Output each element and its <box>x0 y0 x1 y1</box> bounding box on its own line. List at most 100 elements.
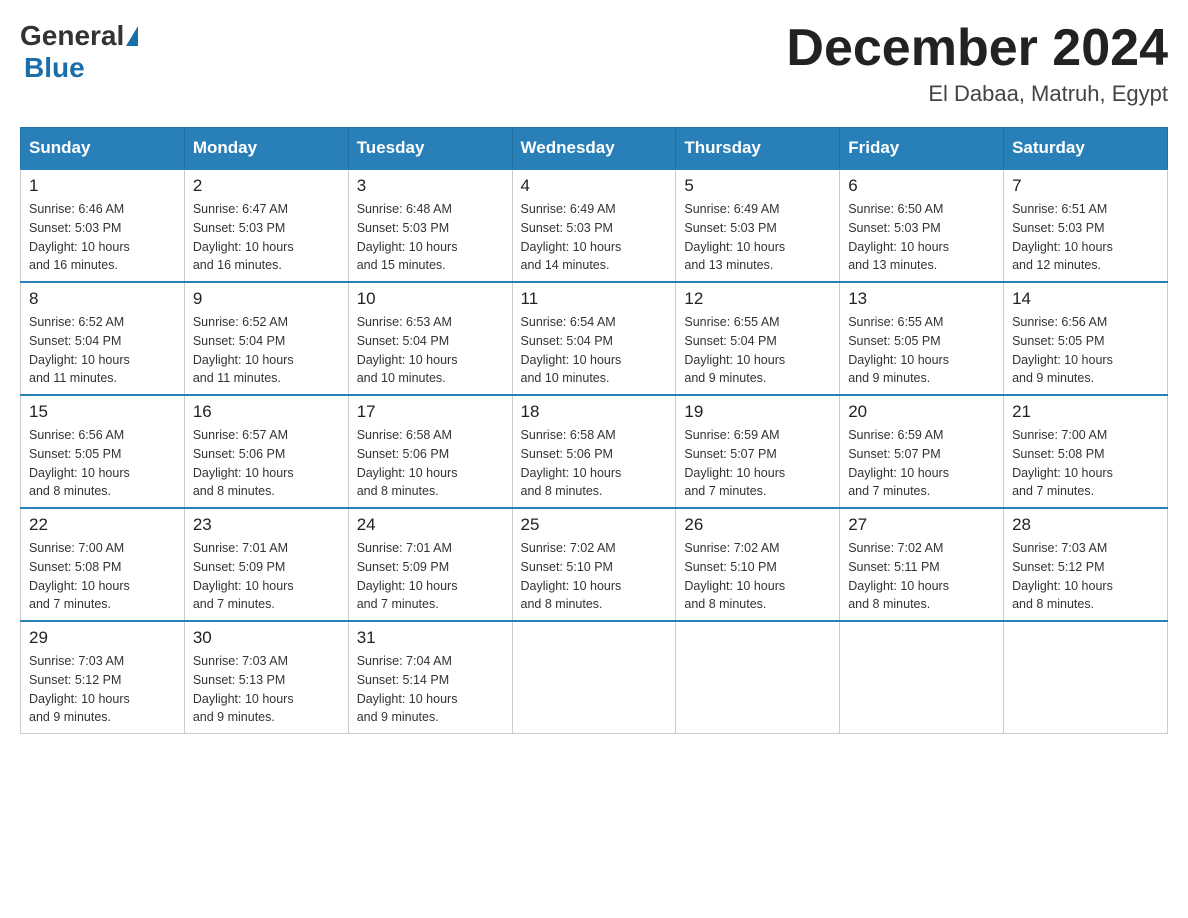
day-number: 4 <box>521 176 668 196</box>
day-number: 8 <box>29 289 176 309</box>
logo-general: General <box>20 20 124 52</box>
weekday-header-friday: Friday <box>840 128 1004 170</box>
calendar-table: SundayMondayTuesdayWednesdayThursdayFrid… <box>20 127 1168 734</box>
day-number: 6 <box>848 176 995 196</box>
day-info: Sunrise: 6:58 AMSunset: 5:06 PMDaylight:… <box>521 428 622 498</box>
calendar-cell: 13 Sunrise: 6:55 AMSunset: 5:05 PMDaylig… <box>840 282 1004 395</box>
day-number: 16 <box>193 402 340 422</box>
day-info: Sunrise: 6:55 AMSunset: 5:05 PMDaylight:… <box>848 315 949 385</box>
calendar-cell: 18 Sunrise: 6:58 AMSunset: 5:06 PMDaylig… <box>512 395 676 508</box>
day-info: Sunrise: 6:51 AMSunset: 5:03 PMDaylight:… <box>1012 202 1113 272</box>
day-number: 24 <box>357 515 504 535</box>
calendar-cell: 3 Sunrise: 6:48 AMSunset: 5:03 PMDayligh… <box>348 169 512 282</box>
day-info: Sunrise: 7:02 AMSunset: 5:10 PMDaylight:… <box>684 541 785 611</box>
day-info: Sunrise: 6:55 AMSunset: 5:04 PMDaylight:… <box>684 315 785 385</box>
day-number: 29 <box>29 628 176 648</box>
weekday-header-monday: Monday <box>184 128 348 170</box>
calendar-cell: 8 Sunrise: 6:52 AMSunset: 5:04 PMDayligh… <box>21 282 185 395</box>
day-info: Sunrise: 6:49 AMSunset: 5:03 PMDaylight:… <box>684 202 785 272</box>
calendar-cell: 7 Sunrise: 6:51 AMSunset: 5:03 PMDayligh… <box>1004 169 1168 282</box>
calendar-cell: 26 Sunrise: 7:02 AMSunset: 5:10 PMDaylig… <box>676 508 840 621</box>
calendar-cell <box>840 621 1004 734</box>
day-number: 15 <box>29 402 176 422</box>
day-info: Sunrise: 7:00 AMSunset: 5:08 PMDaylight:… <box>1012 428 1113 498</box>
week-row-4: 22 Sunrise: 7:00 AMSunset: 5:08 PMDaylig… <box>21 508 1168 621</box>
day-info: Sunrise: 6:49 AMSunset: 5:03 PMDaylight:… <box>521 202 622 272</box>
calendar-cell: 5 Sunrise: 6:49 AMSunset: 5:03 PMDayligh… <box>676 169 840 282</box>
calendar-subtitle: El Dabaa, Matruh, Egypt <box>786 81 1168 107</box>
calendar-cell: 23 Sunrise: 7:01 AMSunset: 5:09 PMDaylig… <box>184 508 348 621</box>
calendar-cell: 2 Sunrise: 6:47 AMSunset: 5:03 PMDayligh… <box>184 169 348 282</box>
day-number: 22 <box>29 515 176 535</box>
calendar-cell: 29 Sunrise: 7:03 AMSunset: 5:12 PMDaylig… <box>21 621 185 734</box>
weekday-header-thursday: Thursday <box>676 128 840 170</box>
calendar-cell: 15 Sunrise: 6:56 AMSunset: 5:05 PMDaylig… <box>21 395 185 508</box>
week-row-1: 1 Sunrise: 6:46 AMSunset: 5:03 PMDayligh… <box>21 169 1168 282</box>
day-number: 11 <box>521 289 668 309</box>
day-number: 19 <box>684 402 831 422</box>
day-info: Sunrise: 6:52 AMSunset: 5:04 PMDaylight:… <box>193 315 294 385</box>
day-number: 30 <box>193 628 340 648</box>
day-info: Sunrise: 6:59 AMSunset: 5:07 PMDaylight:… <box>848 428 949 498</box>
weekday-header-row: SundayMondayTuesdayWednesdayThursdayFrid… <box>21 128 1168 170</box>
day-info: Sunrise: 7:01 AMSunset: 5:09 PMDaylight:… <box>357 541 458 611</box>
calendar-cell: 1 Sunrise: 6:46 AMSunset: 5:03 PMDayligh… <box>21 169 185 282</box>
day-info: Sunrise: 7:03 AMSunset: 5:12 PMDaylight:… <box>29 654 130 724</box>
calendar-title: December 2024 <box>786 20 1168 77</box>
calendar-cell: 14 Sunrise: 6:56 AMSunset: 5:05 PMDaylig… <box>1004 282 1168 395</box>
day-number: 27 <box>848 515 995 535</box>
page-header: General Blue December 2024 El Dabaa, Mat… <box>20 20 1168 107</box>
weekday-header-sunday: Sunday <box>21 128 185 170</box>
calendar-cell <box>512 621 676 734</box>
day-info: Sunrise: 7:03 AMSunset: 5:12 PMDaylight:… <box>1012 541 1113 611</box>
calendar-cell: 20 Sunrise: 6:59 AMSunset: 5:07 PMDaylig… <box>840 395 1004 508</box>
calendar-cell: 28 Sunrise: 7:03 AMSunset: 5:12 PMDaylig… <box>1004 508 1168 621</box>
calendar-cell: 25 Sunrise: 7:02 AMSunset: 5:10 PMDaylig… <box>512 508 676 621</box>
week-row-3: 15 Sunrise: 6:56 AMSunset: 5:05 PMDaylig… <box>21 395 1168 508</box>
calendar-cell: 21 Sunrise: 7:00 AMSunset: 5:08 PMDaylig… <box>1004 395 1168 508</box>
day-number: 18 <box>521 402 668 422</box>
calendar-cell <box>1004 621 1168 734</box>
day-number: 2 <box>193 176 340 196</box>
day-number: 21 <box>1012 402 1159 422</box>
day-info: Sunrise: 6:53 AMSunset: 5:04 PMDaylight:… <box>357 315 458 385</box>
day-info: Sunrise: 6:47 AMSunset: 5:03 PMDaylight:… <box>193 202 294 272</box>
day-number: 5 <box>684 176 831 196</box>
weekday-header-saturday: Saturday <box>1004 128 1168 170</box>
day-info: Sunrise: 7:01 AMSunset: 5:09 PMDaylight:… <box>193 541 294 611</box>
logo-text: General <box>20 20 140 52</box>
day-info: Sunrise: 6:46 AMSunset: 5:03 PMDaylight:… <box>29 202 130 272</box>
logo-blue: Blue <box>24 52 85 83</box>
calendar-cell: 16 Sunrise: 6:57 AMSunset: 5:06 PMDaylig… <box>184 395 348 508</box>
day-info: Sunrise: 6:52 AMSunset: 5:04 PMDaylight:… <box>29 315 130 385</box>
calendar-cell: 30 Sunrise: 7:03 AMSunset: 5:13 PMDaylig… <box>184 621 348 734</box>
day-number: 31 <box>357 628 504 648</box>
day-info: Sunrise: 7:02 AMSunset: 5:11 PMDaylight:… <box>848 541 949 611</box>
calendar-cell: 11 Sunrise: 6:54 AMSunset: 5:04 PMDaylig… <box>512 282 676 395</box>
day-number: 3 <box>357 176 504 196</box>
weekday-header-tuesday: Tuesday <box>348 128 512 170</box>
calendar-cell: 10 Sunrise: 6:53 AMSunset: 5:04 PMDaylig… <box>348 282 512 395</box>
day-number: 12 <box>684 289 831 309</box>
day-number: 20 <box>848 402 995 422</box>
week-row-5: 29 Sunrise: 7:03 AMSunset: 5:12 PMDaylig… <box>21 621 1168 734</box>
calendar-cell: 27 Sunrise: 7:02 AMSunset: 5:11 PMDaylig… <box>840 508 1004 621</box>
calendar-cell: 31 Sunrise: 7:04 AMSunset: 5:14 PMDaylig… <box>348 621 512 734</box>
day-info: Sunrise: 6:50 AMSunset: 5:03 PMDaylight:… <box>848 202 949 272</box>
title-block: December 2024 El Dabaa, Matruh, Egypt <box>786 20 1168 107</box>
day-number: 25 <box>521 515 668 535</box>
day-info: Sunrise: 6:48 AMSunset: 5:03 PMDaylight:… <box>357 202 458 272</box>
day-number: 13 <box>848 289 995 309</box>
weekday-header-wednesday: Wednesday <box>512 128 676 170</box>
calendar-cell: 17 Sunrise: 6:58 AMSunset: 5:06 PMDaylig… <box>348 395 512 508</box>
calendar-cell <box>676 621 840 734</box>
day-info: Sunrise: 7:03 AMSunset: 5:13 PMDaylight:… <box>193 654 294 724</box>
day-number: 1 <box>29 176 176 196</box>
day-info: Sunrise: 6:58 AMSunset: 5:06 PMDaylight:… <box>357 428 458 498</box>
day-number: 17 <box>357 402 504 422</box>
day-info: Sunrise: 6:56 AMSunset: 5:05 PMDaylight:… <box>29 428 130 498</box>
calendar-cell: 24 Sunrise: 7:01 AMSunset: 5:09 PMDaylig… <box>348 508 512 621</box>
day-number: 23 <box>193 515 340 535</box>
day-number: 26 <box>684 515 831 535</box>
calendar-cell: 6 Sunrise: 6:50 AMSunset: 5:03 PMDayligh… <box>840 169 1004 282</box>
